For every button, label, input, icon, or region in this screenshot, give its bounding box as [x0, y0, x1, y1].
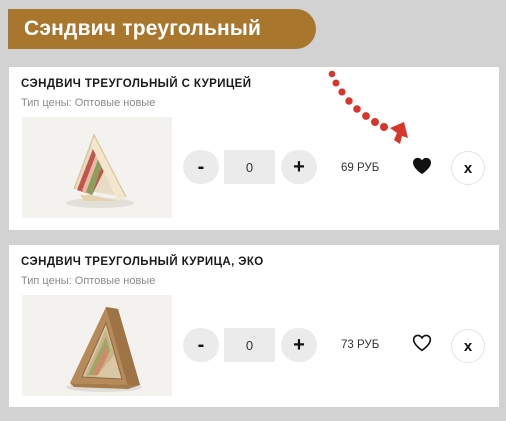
favorite-button[interactable]: [410, 332, 434, 354]
increase-quantity-button[interactable]: +: [281, 150, 317, 184]
product-card: СЭНДВИЧ ТРЕУГОЛЬНЫЙ КУРИЦА, ЭКО Тип цены…: [9, 245, 499, 407]
quantity-input[interactable]: [224, 328, 275, 362]
sandwich-image: [22, 117, 172, 218]
sandwich-eco-image: [22, 295, 172, 396]
heart-filled-icon: [413, 157, 431, 175]
remove-item-button[interactable]: x: [451, 151, 485, 185]
decrease-quantity-button[interactable]: -: [183, 150, 219, 184]
favorite-button[interactable]: [410, 155, 434, 177]
category-header: Сэндвич треугольный: [8, 9, 316, 49]
quantity-input[interactable]: [224, 150, 275, 184]
decrease-quantity-button[interactable]: -: [183, 328, 219, 362]
product-name: СЭНДВИЧ ТРЕУГОЛЬНЫЙ КУРИЦА, ЭКО: [21, 256, 264, 268]
product-image[interactable]: [22, 117, 172, 218]
heart-outline-icon: [412, 334, 432, 352]
product-name: СЭНДВИЧ ТРЕУГОЛЬНЫЙ С КУРИЦЕЙ: [21, 78, 252, 90]
product-price: 73 РУБ: [341, 339, 380, 351]
product-price: 69 РУБ: [341, 162, 380, 174]
category-title: Сэндвич треугольный: [24, 17, 262, 40]
increase-quantity-button[interactable]: +: [281, 328, 317, 362]
remove-item-button[interactable]: x: [451, 329, 485, 363]
product-image[interactable]: [22, 295, 172, 396]
price-type: Тип цены: Оптовые новые: [21, 275, 156, 287]
product-card: СЭНДВИЧ ТРЕУГОЛЬНЫЙ С КУРИЦЕЙ Тип цены: …: [9, 67, 499, 230]
price-type: Тип цены: Оптовые новые: [21, 97, 156, 109]
